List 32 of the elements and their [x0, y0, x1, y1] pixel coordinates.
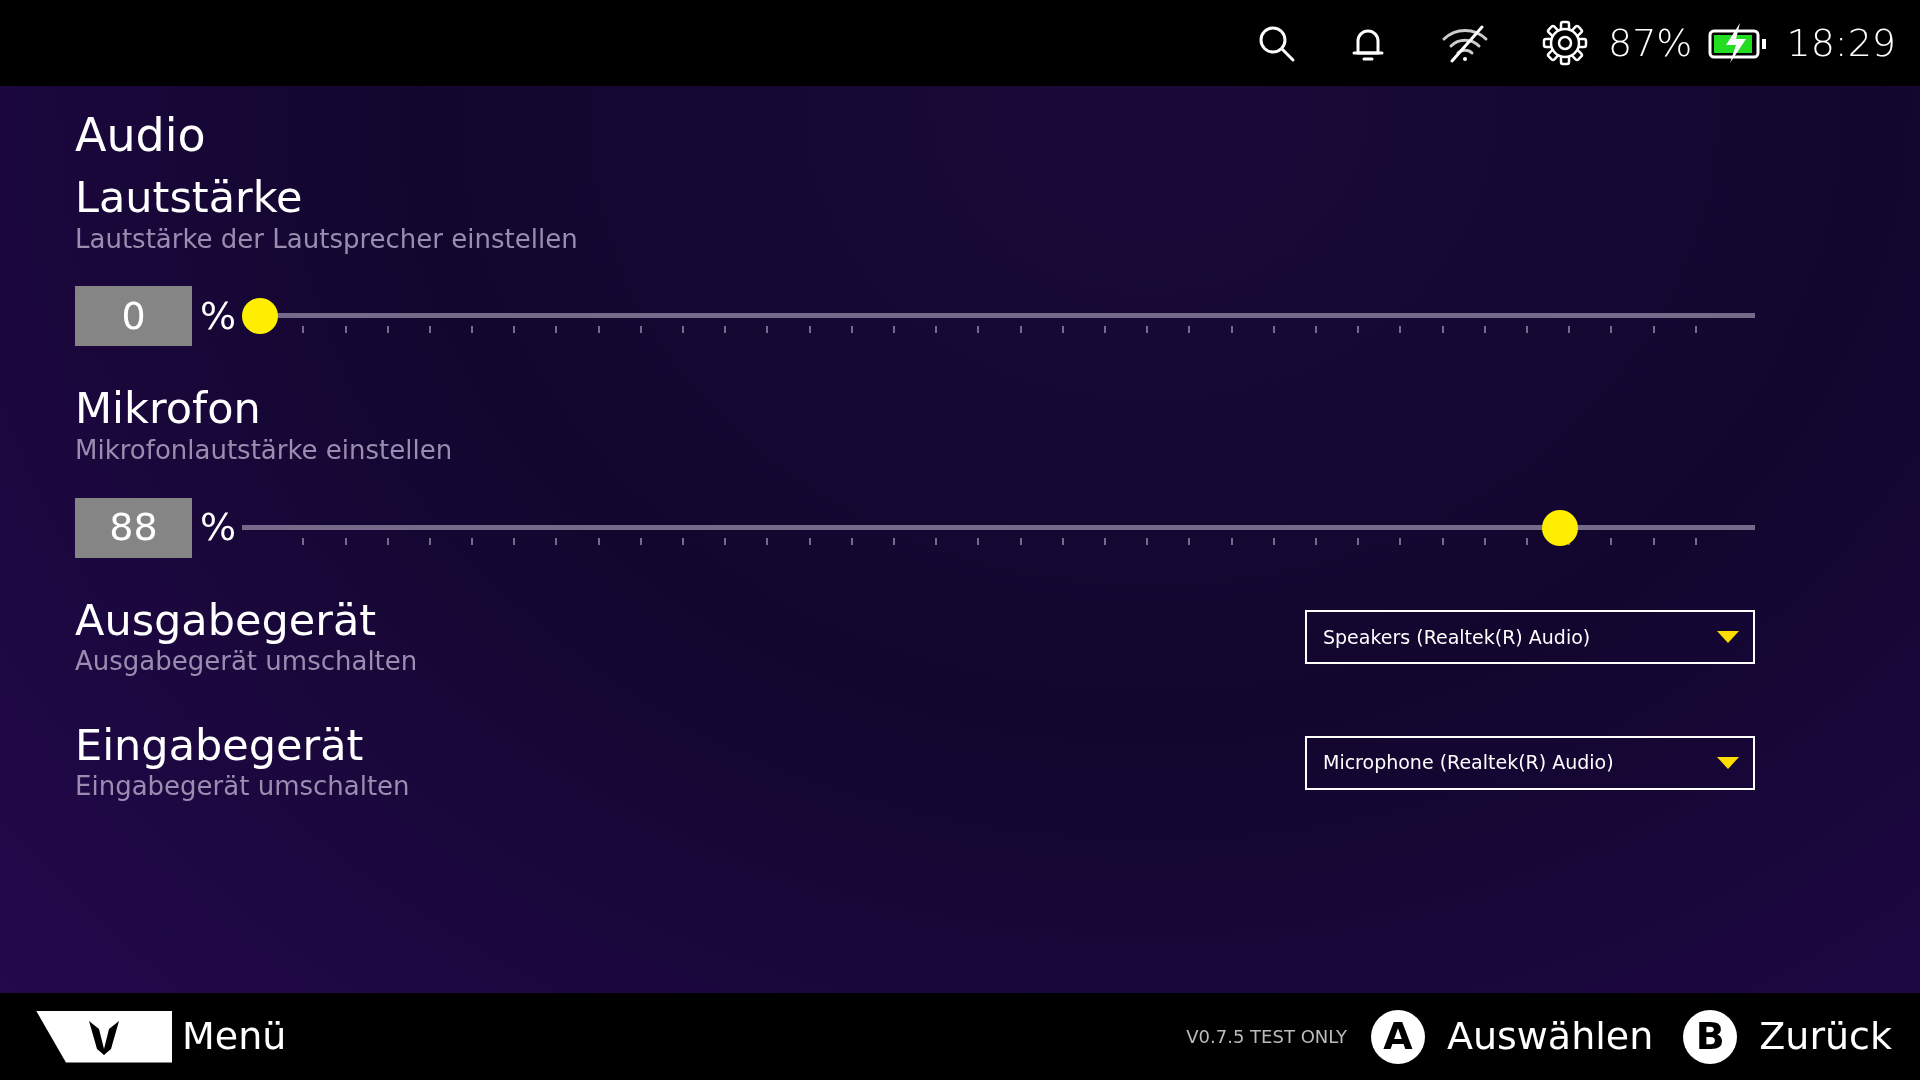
slider-thumb[interactable]	[1541, 509, 1578, 546]
percent-unit: %	[200, 504, 237, 552]
caret-icon	[1717, 631, 1739, 644]
wifi-off-icon[interactable]	[1440, 23, 1490, 63]
action-label: Auswählen	[1446, 1013, 1654, 1060]
clock-time: 18:29	[1786, 19, 1896, 67]
setting-description: Lautstärke der Lautsprecher einstellen	[75, 222, 579, 256]
setting-title: Mikrofon	[75, 384, 262, 434]
logo-icon	[87, 1018, 121, 1055]
controller-key-button[interactable]: A	[1370, 1009, 1425, 1064]
device-dropdown[interactable]: Microphone (Realtek(R) Audio)	[1305, 735, 1755, 790]
controller-key-button[interactable]: B	[1683, 1009, 1738, 1064]
caret-icon	[1717, 756, 1739, 769]
value-field[interactable]: 0	[75, 286, 192, 347]
device-dropdown[interactable]: Speakers (Realtek(R) Audio)	[1305, 610, 1755, 665]
setting-description: Ausgabegerät umschalten	[75, 645, 418, 679]
action-label: Zurück	[1759, 1013, 1892, 1060]
menu-button[interactable]	[36, 1010, 172, 1063]
settings-icon[interactable]	[1542, 20, 1588, 66]
battery-percentage: 87%	[1608, 19, 1693, 67]
charging-battery-icon	[1706, 21, 1769, 65]
page-title: Audio	[75, 108, 207, 164]
version-text: V0.7.5 TEST ONLY	[1186, 1025, 1347, 1049]
value-field[interactable]: 88	[75, 497, 192, 558]
menu-label: Menü	[182, 1013, 287, 1060]
setting-description: Mikrofonlautstärke einstellen	[75, 433, 454, 467]
slider-thumb[interactable]	[242, 298, 279, 335]
setting-title: Eingabegerät	[75, 720, 365, 771]
setting-title: Lautstärke	[75, 173, 304, 223]
percent-unit: %	[200, 292, 237, 340]
setting-title: Ausgabegerät	[75, 595, 378, 646]
setting-description: Eingabegerät umschalten	[75, 770, 410, 804]
